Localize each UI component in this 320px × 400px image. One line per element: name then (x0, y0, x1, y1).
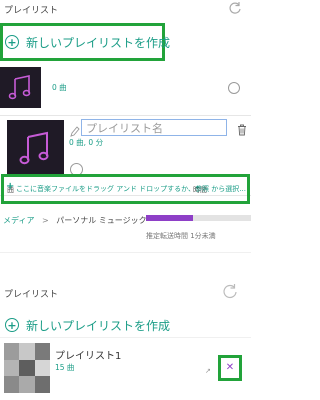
transfer-status: 推定転送時間 1分未満 (146, 232, 216, 240)
new-playlist-button[interactable]: 新しいプレイリストを作成 (26, 34, 170, 51)
section-label-playlists: プレイリスト (4, 6, 59, 16)
refresh-icon[interactable] (222, 283, 238, 299)
refresh-icon[interactable] (228, 0, 246, 14)
new-playlist-button-bottom[interactable]: 新しいプレイリストを作成 (26, 317, 170, 334)
transfer-progress-bar (146, 215, 251, 221)
divider (0, 115, 251, 116)
close-icon: ✕ (225, 362, 235, 373)
resize-handle-icon[interactable]: ↗ (205, 367, 211, 375)
playlist-editor-thumbnail[interactable] (7, 120, 64, 177)
trash-icon[interactable] (237, 121, 247, 136)
delete-playlist-button[interactable]: ✕ (218, 355, 242, 381)
playlist-mosaic-thumbnail[interactable] (4, 343, 50, 393)
playlist-song-count: 15 曲 (55, 363, 75, 372)
add-playlist-icon[interactable]: + (5, 318, 19, 332)
breadcrumb-current: パーソナル ミュージック (56, 216, 147, 225)
playlist-name-placeholder: プレイリスト名 (86, 121, 163, 135)
breadcrumb: メディア > パーソナル ミュージック (3, 215, 147, 226)
playlist-name-input[interactable]: プレイリスト名 (81, 119, 227, 136)
playlist-select-radio[interactable] (228, 82, 240, 94)
breadcrumb-media-link[interactable]: メディア (3, 216, 34, 225)
playlist-song-count: 0 曲 (52, 83, 67, 92)
divider (0, 337, 251, 338)
transfer-progress-fill (146, 215, 194, 221)
pencil-icon (70, 122, 80, 137)
drop-zone-text: ここに音楽ファイルをドラッグ アンド ドロップするか、参照 から選択... (16, 185, 246, 193)
divider (0, 252, 251, 253)
playlist-name[interactable]: プレイリスト1 (55, 347, 121, 362)
playlist-thumbnail[interactable] (0, 67, 41, 108)
add-playlist-icon[interactable]: + (5, 35, 19, 49)
playlist-meta: 0 曲, 0 分 (69, 138, 104, 147)
section-label-playlists-bottom: プレイリスト (4, 290, 59, 300)
breadcrumb-separator: > (42, 216, 49, 225)
add-files-icon: + (6, 181, 15, 192)
